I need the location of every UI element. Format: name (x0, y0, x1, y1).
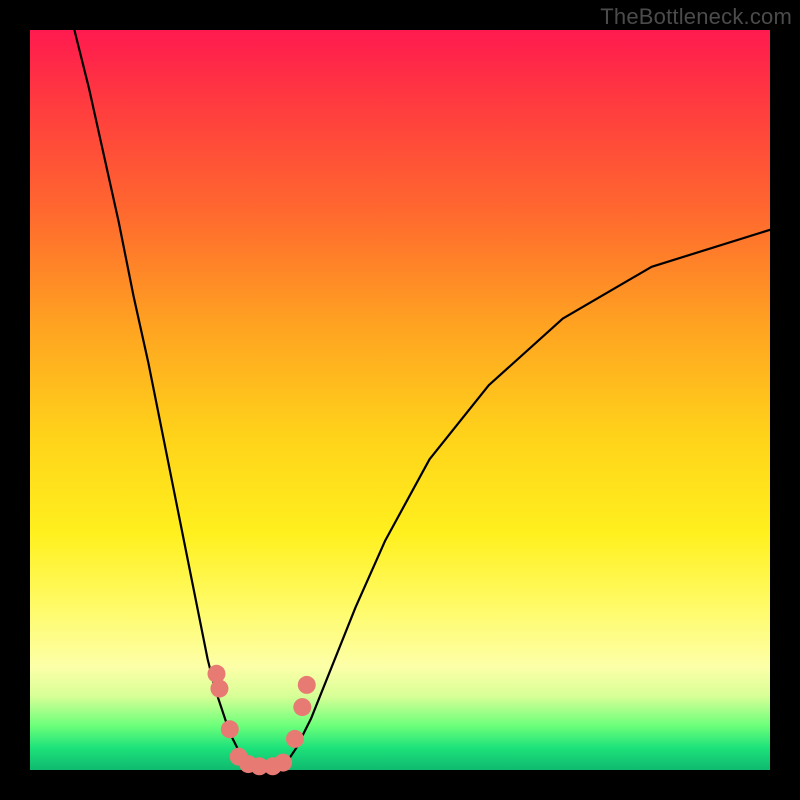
watermark-text: TheBottleneck.com (600, 4, 792, 30)
marker-dot (274, 754, 292, 772)
marker-group (207, 665, 315, 776)
series-left-branch (74, 30, 252, 766)
marker-dot (293, 698, 311, 716)
plot-area (30, 30, 770, 770)
marker-dot (210, 680, 228, 698)
marker-dot (286, 730, 304, 748)
chart-frame: TheBottleneck.com (0, 0, 800, 800)
curve-svg (30, 30, 770, 770)
marker-dot (207, 665, 225, 683)
marker-dot (298, 676, 316, 694)
curve-group (74, 30, 770, 770)
series-right-branch (282, 230, 770, 767)
marker-dot (221, 720, 239, 738)
